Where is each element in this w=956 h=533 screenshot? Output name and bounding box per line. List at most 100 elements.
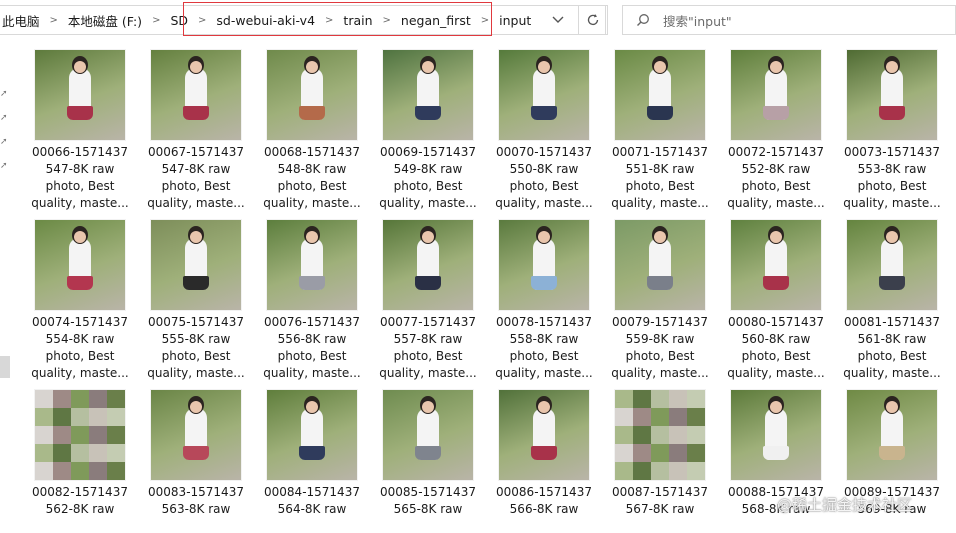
file-name[interactable]: 00084-1571437 564-8K raw: [258, 484, 366, 518]
file-name[interactable]: 00073-1571437 553-8K raw photo, Best qualit…: [838, 144, 946, 212]
file-name[interactable]: 00087-1571437 567-8K raw: [606, 484, 714, 518]
file-name[interactable]: 00086-1571437 566-8K raw: [490, 484, 598, 518]
file-item[interactable]: 00084-1571437 564-8K raw: [258, 390, 366, 518]
file-name[interactable]: 00075-1571437 555-8K raw photo, Best qualit…: [142, 314, 250, 382]
breadcrumb-item-train[interactable]: train: [341, 13, 374, 28]
file-item[interactable]: 00074-1571437 554-8K raw photo, Best qualit…: [26, 220, 134, 382]
image-thumbnail[interactable]: [267, 50, 357, 140]
image-thumbnail[interactable]: [35, 390, 125, 480]
file-name[interactable]: 00068-1571437 548-8K raw photo, Best qualit…: [258, 144, 366, 212]
file-item[interactable]: 00066-1571437 547-8K raw photo, Best qualit…: [26, 50, 134, 212]
image-thumbnail[interactable]: [499, 220, 589, 310]
file-item[interactable]: 00087-1571437 567-8K raw: [606, 390, 714, 518]
file-item[interactable]: 00080-1571437 560-8K raw photo, Best qualit…: [722, 220, 830, 382]
breadcrumb-separator-icon[interactable]: >: [42, 15, 66, 26]
file-item[interactable]: 00082-1571437 562-8K raw: [26, 390, 134, 518]
breadcrumb-separator-icon[interactable]: >: [144, 15, 168, 26]
file-name[interactable]: 00078-1571437 558-8K raw photo, Best qualit…: [490, 314, 598, 382]
file-item[interactable]: 00085-1571437 565-8K raw: [374, 390, 482, 518]
breadcrumb-item-drive[interactable]: 本地磁盘 (F:): [66, 11, 144, 30]
file-name[interactable]: 00070-1571437 550-8K raw photo, Best qualit…: [490, 144, 598, 212]
image-thumbnail[interactable]: [499, 50, 589, 140]
breadcrumb-separator-icon[interactable]: >: [317, 15, 341, 26]
image-thumbnail[interactable]: [151, 220, 241, 310]
file-item[interactable]: 00083-1571437 563-8K raw: [142, 390, 250, 518]
file-name-line: 557-8K raw: [393, 332, 463, 346]
file-name[interactable]: 00079-1571437 559-8K raw photo, Best qualit…: [606, 314, 714, 382]
file-name[interactable]: 00077-1571437 557-8K raw photo, Best qualit…: [374, 314, 482, 382]
image-thumbnail[interactable]: [731, 220, 821, 310]
file-item[interactable]: 00078-1571437 558-8K raw photo, Best qualit…: [490, 220, 598, 382]
file-name[interactable]: 00066-1571437 547-8K raw photo, Best qualit…: [26, 144, 134, 212]
file-item[interactable]: 00073-1571437 553-8K raw photo, Best qualit…: [838, 50, 946, 212]
file-item[interactable]: 00079-1571437 559-8K raw photo, Best qualit…: [606, 220, 714, 382]
image-thumbnail[interactable]: [499, 390, 589, 480]
breadcrumb-separator-icon[interactable]: >: [375, 15, 399, 26]
image-thumbnail[interactable]: [267, 390, 357, 480]
file-item[interactable]: 00067-1571437 547-8K raw photo, Best qualit…: [142, 50, 250, 212]
search-placeholder[interactable]: 搜索"input": [663, 11, 732, 30]
breadcrumb-separator-icon[interactable]: >: [473, 15, 497, 26]
file-item[interactable]: 00071-1571437 551-8K raw photo, Best qualit…: [606, 50, 714, 212]
file-item[interactable]: 00075-1571437 555-8K raw photo, Best qualit…: [142, 220, 250, 382]
file-name[interactable]: 00071-1571437 551-8K raw photo, Best qualit…: [606, 144, 714, 212]
refresh-button[interactable]: [578, 5, 608, 35]
file-item[interactable]: 00068-1571437 548-8K raw photo, Best qualit…: [258, 50, 366, 212]
image-thumbnail[interactable]: [847, 390, 937, 480]
file-name-line: photo, Best: [857, 349, 927, 363]
file-item[interactable]: 00081-1571437 561-8K raw photo, Best qualit…: [838, 220, 946, 382]
image-thumbnail[interactable]: [35, 50, 125, 140]
file-name[interactable]: 00072-1571437 552-8K raw photo, Best qualit…: [722, 144, 830, 212]
navigation-pane-edge[interactable]: ➚ ➚ ➚ ➚: [0, 40, 14, 533]
image-thumbnail[interactable]: [731, 390, 821, 480]
photo-face: [886, 61, 898, 73]
file-name[interactable]: 00083-1571437 563-8K raw: [142, 484, 250, 518]
breadcrumb-separator-icon[interactable]: >: [190, 15, 214, 26]
file-item[interactable]: 00086-1571437 566-8K raw: [490, 390, 598, 518]
file-name-line: quality, maste...: [843, 366, 941, 380]
file-name[interactable]: 00069-1571437 549-8K raw photo, Best qualit…: [374, 144, 482, 212]
file-name[interactable]: 00081-1571437 561-8K raw photo, Best qualit…: [838, 314, 946, 382]
pin-icon: ➚: [0, 137, 8, 147]
image-thumbnail[interactable]: [847, 50, 937, 140]
image-thumbnail[interactable]: [383, 50, 473, 140]
image-thumbnail[interactable]: [35, 220, 125, 310]
photo-skirt: [183, 276, 209, 290]
file-name-line: 559-8K raw: [625, 332, 695, 346]
photo-face: [306, 231, 318, 243]
file-name[interactable]: 00076-1571437 556-8K raw photo, Best qualit…: [258, 314, 366, 382]
breadcrumb-item-input[interactable]: input: [497, 13, 533, 28]
address-bar[interactable]: 此电脑 > 本地磁盘 (F:) > SD > sd-webui-aki-v4 >…: [0, 5, 606, 35]
image-thumbnail[interactable]: [383, 390, 473, 480]
image-thumbnail[interactable]: [383, 220, 473, 310]
photo-skirt: [183, 106, 209, 120]
file-name[interactable]: 00067-1571437 547-8K raw photo, Best qualit…: [142, 144, 250, 212]
image-thumbnail[interactable]: [151, 390, 241, 480]
breadcrumb-item-sd[interactable]: SD: [168, 13, 190, 28]
file-name-line: 552-8K raw: [741, 162, 811, 176]
breadcrumb-item-negan-first[interactable]: negan_first: [399, 13, 473, 28]
file-item[interactable]: 00072-1571437 552-8K raw photo, Best qualit…: [722, 50, 830, 212]
file-name-line: 00068-1571437: [264, 145, 360, 159]
file-name[interactable]: 00082-1571437 562-8K raw: [26, 484, 134, 518]
address-history-dropdown[interactable]: [547, 6, 569, 34]
file-name[interactable]: 00080-1571437 560-8K raw photo, Best qualit…: [722, 314, 830, 382]
file-item[interactable]: 00069-1571437 549-8K raw photo, Best qualit…: [374, 50, 482, 212]
search-box[interactable]: 搜索"input": [622, 5, 956, 35]
file-name[interactable]: 00085-1571437 565-8K raw: [374, 484, 482, 518]
nav-scrollbar-thumb[interactable]: [0, 356, 10, 378]
image-thumbnail[interactable]: [847, 220, 937, 310]
image-thumbnail[interactable]: [615, 220, 705, 310]
file-item[interactable]: 00076-1571437 556-8K raw photo, Best qualit…: [258, 220, 366, 382]
image-thumbnail[interactable]: [615, 390, 705, 480]
image-thumbnail[interactable]: [151, 50, 241, 140]
breadcrumb-item-this-pc[interactable]: 此电脑: [0, 11, 42, 30]
image-thumbnail[interactable]: [267, 220, 357, 310]
image-thumbnail[interactable]: [731, 50, 821, 140]
image-thumbnail[interactable]: [615, 50, 705, 140]
file-name[interactable]: 00074-1571437 554-8K raw photo, Best qualit…: [26, 314, 134, 382]
photo-face: [74, 61, 86, 73]
file-item[interactable]: 00070-1571437 550-8K raw photo, Best qualit…: [490, 50, 598, 212]
breadcrumb-item-webui[interactable]: sd-webui-aki-v4: [214, 13, 317, 28]
file-item[interactable]: 00077-1571437 557-8K raw photo, Best qualit…: [374, 220, 482, 382]
